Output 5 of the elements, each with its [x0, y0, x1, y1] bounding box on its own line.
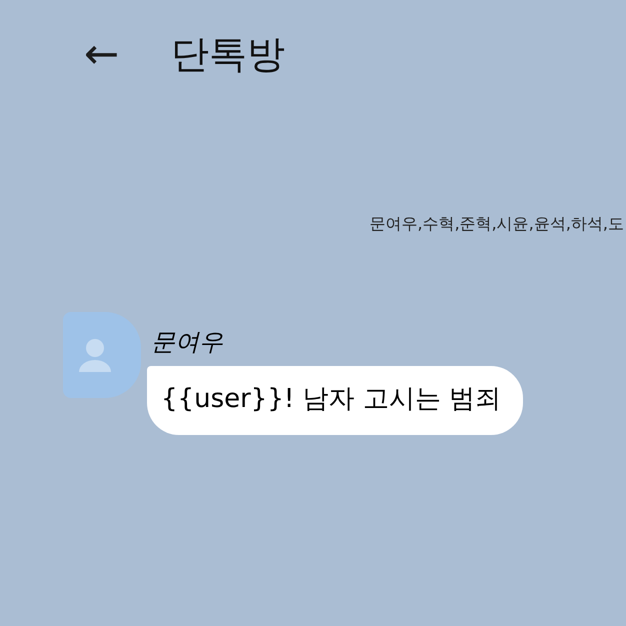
chat-title: 단톡방 [171, 30, 286, 78]
sender-name: 문여우 [151, 327, 223, 358]
message-bubble: {{user}}! 남자 고시는 범죄 [147, 366, 524, 435]
member-list: 문여우,수혁,준혁,시윤,윤석,하석,도 [369, 214, 624, 233]
back-button[interactable]: ← [80, 33, 124, 75]
